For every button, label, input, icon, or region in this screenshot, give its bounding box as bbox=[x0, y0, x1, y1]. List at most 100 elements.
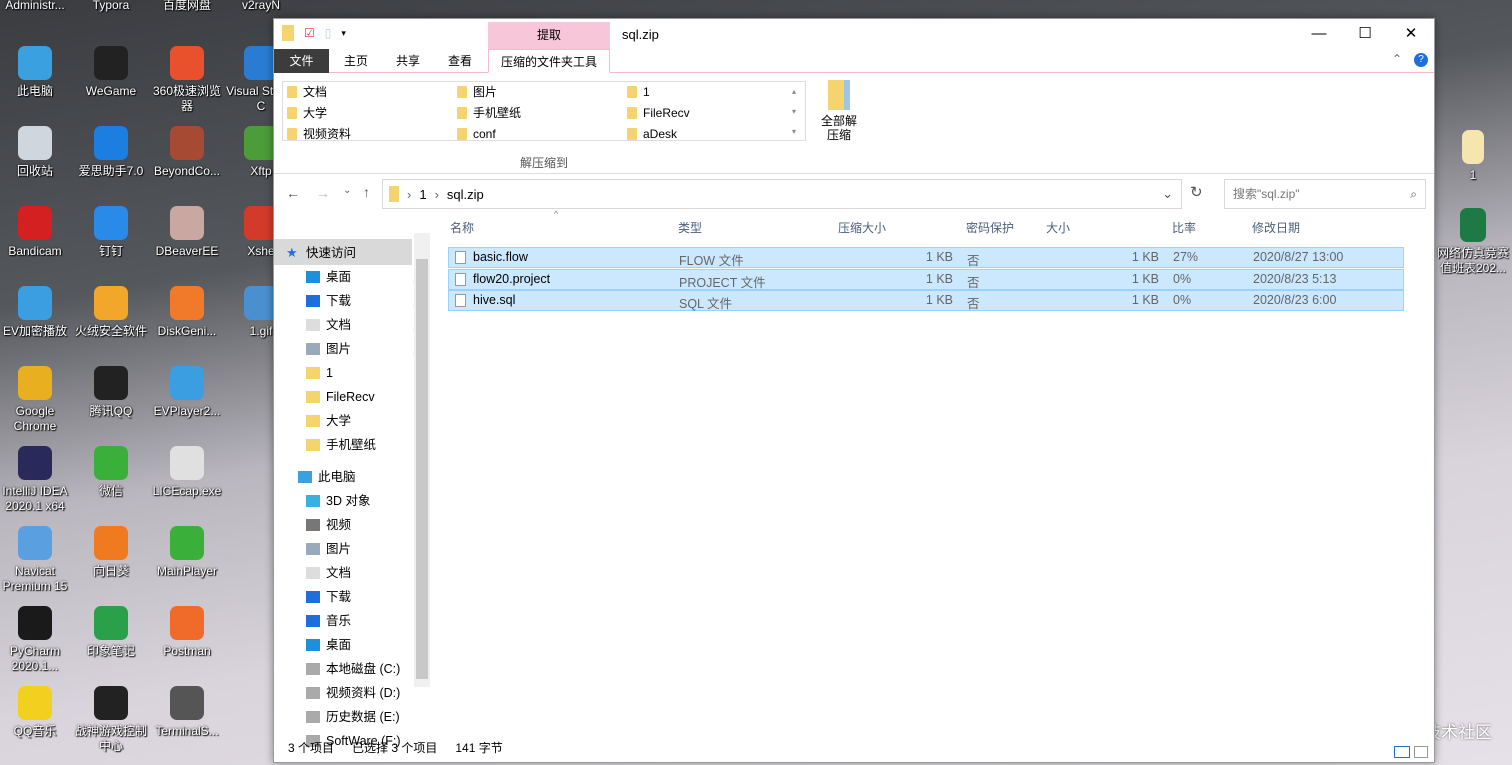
desktop-icon[interactable]: Typora bbox=[72, 0, 150, 13]
column-header[interactable]: 密码保护 bbox=[966, 219, 1014, 237]
tab-home[interactable]: 主页 bbox=[332, 49, 380, 73]
nav-item[interactable]: 本地磁盘 (C:) bbox=[306, 657, 426, 681]
desktop-icon[interactable]: WeGame bbox=[72, 46, 150, 99]
nav-item[interactable]: 此电脑 bbox=[298, 465, 418, 489]
column-header[interactable]: 压缩大小 bbox=[838, 219, 886, 237]
close-button[interactable]: ✕ bbox=[1388, 19, 1434, 49]
desktop-icon[interactable]: 战神游戏控制中心 bbox=[72, 686, 150, 754]
nav-item[interactable]: 1 bbox=[306, 361, 426, 385]
desktop-icon[interactable]: QQ音乐 bbox=[0, 686, 74, 739]
minimize-button[interactable]: — bbox=[1296, 19, 1342, 49]
nav-item[interactable]: 下载📌 bbox=[306, 289, 426, 313]
extract-destination-item[interactable]: 大学 bbox=[287, 103, 327, 123]
extract-destination-item[interactable]: 图片 bbox=[457, 82, 497, 102]
column-header[interactable]: 比率 bbox=[1172, 219, 1196, 237]
collapse-ribbon-icon[interactable]: ⌃ bbox=[1392, 52, 1402, 66]
desktop-icon[interactable]: LICEcap.exe bbox=[148, 446, 226, 499]
desktop-icon[interactable]: EVPlayer2... bbox=[148, 366, 226, 419]
desktop-icon-file-1[interactable]: 1 bbox=[1434, 130, 1512, 183]
up-button[interactable]: ↑ bbox=[363, 184, 370, 200]
desktop-icon[interactable]: Administr... bbox=[0, 0, 74, 13]
desktop-icon[interactable]: Google Chrome bbox=[0, 366, 74, 434]
details-view-button[interactable] bbox=[1394, 746, 1410, 758]
desktop-icon[interactable]: 印象笔记 bbox=[72, 606, 150, 659]
large-icons-view-button[interactable] bbox=[1414, 746, 1428, 758]
nav-item[interactable]: 桌面📌 bbox=[306, 265, 426, 289]
tab-view[interactable]: 查看 bbox=[436, 49, 484, 73]
new-folder-icon[interactable]: ▯ bbox=[325, 26, 332, 40]
tab-share[interactable]: 共享 bbox=[384, 49, 432, 73]
desktop-icon[interactable]: EV加密播放 bbox=[0, 286, 74, 339]
properties-icon[interactable]: ☑ bbox=[304, 26, 315, 40]
nav-item[interactable]: ★ 快速访问 bbox=[286, 241, 406, 265]
nav-item[interactable]: 文档📌 bbox=[306, 313, 426, 337]
maximize-button[interactable]: ☐ bbox=[1342, 19, 1388, 49]
nav-item[interactable]: 文档 bbox=[306, 561, 426, 585]
nav-item[interactable]: 历史数据 (E:) bbox=[306, 705, 426, 729]
help-icon[interactable]: ? bbox=[1414, 53, 1428, 67]
desktop-icon[interactable]: Navicat Premium 15 bbox=[0, 526, 74, 594]
desktop-icon[interactable]: 向日葵 bbox=[72, 526, 150, 579]
tab-file[interactable]: 文件 bbox=[274, 49, 329, 73]
desktop-icon[interactable]: 此电脑 bbox=[0, 46, 74, 99]
refresh-button[interactable]: ↻ bbox=[1190, 183, 1203, 201]
address-dropdown-icon[interactable]: ⌄ bbox=[1162, 186, 1173, 202]
nav-item[interactable]: 视频 bbox=[306, 513, 426, 537]
gallery-scroll[interactable]: ▴ ▾ ▾ bbox=[792, 82, 804, 142]
extract-destination-item[interactable]: aDesk bbox=[627, 124, 677, 144]
extract-destination-item[interactable]: 1 bbox=[627, 82, 650, 102]
desktop-icon[interactable]: Postman bbox=[148, 606, 226, 659]
desktop-icon[interactable]: MainPlayer bbox=[148, 526, 226, 579]
column-header[interactable]: 名称 bbox=[450, 219, 474, 237]
desktop-icon[interactable]: 钉钉 bbox=[72, 206, 150, 259]
desktop-icon[interactable]: TerminalS... bbox=[148, 686, 226, 739]
desktop-icon[interactable]: 火绒安全软件 bbox=[72, 286, 150, 339]
extract-destination-item[interactable]: 手机壁纸 bbox=[457, 103, 521, 123]
nav-item[interactable]: 3D 对象 bbox=[306, 489, 426, 513]
nav-item[interactable]: 大学 bbox=[306, 409, 426, 433]
desktop-icon[interactable]: PyCharm 2020.1... bbox=[0, 606, 74, 674]
desktop-icon[interactable]: 微信 bbox=[72, 446, 150, 499]
forward-button[interactable]: → bbox=[316, 185, 330, 201]
nav-item[interactable]: 图片 bbox=[306, 537, 426, 561]
desktop-icon-excel[interactable]: 网络仿真竞赛值班表202... bbox=[1434, 208, 1512, 276]
nav-item[interactable]: 音乐 bbox=[306, 609, 426, 633]
search-input[interactable]: 搜索"sql.zip" ⌕ bbox=[1224, 179, 1426, 209]
nav-item[interactable]: 视频资料 (D:) bbox=[306, 681, 426, 705]
nav-item[interactable]: 桌面 bbox=[306, 633, 426, 657]
desktop-icon[interactable]: v2rayN bbox=[222, 0, 300, 13]
back-button[interactable]: ← bbox=[286, 185, 300, 201]
nav-item[interactable]: 下载 bbox=[306, 585, 426, 609]
extract-destination-item[interactable]: FileRecv bbox=[627, 103, 690, 123]
breadcrumb-item[interactable]: 1 bbox=[419, 187, 426, 202]
desktop-icon[interactable]: 百度网盘 bbox=[148, 0, 226, 13]
desktop-icon[interactable]: DiskGeni... bbox=[148, 286, 226, 339]
breadcrumb-item[interactable]: sql.zip bbox=[447, 187, 484, 202]
desktop-icon[interactable]: DBeaverEE bbox=[148, 206, 226, 259]
desktop-icon[interactable]: 360极速浏览器 bbox=[148, 46, 226, 114]
context-tab-extract[interactable]: 提取 bbox=[488, 22, 610, 49]
column-header[interactable]: 类型 bbox=[678, 219, 702, 237]
extract-destination-item[interactable]: 视频资料 bbox=[287, 124, 351, 144]
desktop-icon[interactable]: 爱思助手7.0 bbox=[72, 126, 150, 179]
extract-destination-item[interactable]: 文档 bbox=[287, 82, 327, 102]
file-row[interactable]: hive.sql SQL 文件 1 KB 否 1 KB 0% 2020/8/23 6:00 bbox=[448, 290, 1404, 311]
customize-dropdown-icon[interactable]: ▾ bbox=[341, 28, 346, 39]
column-header[interactable]: 大小 bbox=[1046, 219, 1070, 237]
desktop-icon[interactable]: BeyondCo... bbox=[148, 126, 226, 179]
extract-destination-item[interactable]: conf bbox=[457, 124, 496, 144]
tab-compressed-folder-tools[interactable]: 压缩的文件夹工具 bbox=[488, 49, 610, 73]
file-row[interactable]: basic.flow FLOW 文件 1 KB 否 1 KB 27% 2020/8/27 1… bbox=[448, 247, 1404, 268]
column-header[interactable]: 修改日期 bbox=[1252, 219, 1300, 237]
desktop-icon[interactable]: IntelliJ IDEA 2020.1 x64 bbox=[0, 446, 74, 514]
nav-item[interactable]: FileRecv bbox=[306, 385, 426, 409]
file-row[interactable]: flow20.project PROJECT 文件 1 KB 否 1 KB 0% 2020/… bbox=[448, 268, 1404, 290]
extract-all-button[interactable]: 全部解压缩 bbox=[814, 80, 864, 142]
desktop-icon[interactable]: 腾讯QQ bbox=[72, 366, 150, 419]
desktop-icon[interactable]: 回收站 bbox=[0, 126, 74, 179]
nav-scrollbar[interactable] bbox=[414, 233, 430, 687]
desktop-icon[interactable]: Bandicam bbox=[0, 206, 74, 259]
nav-item[interactable]: 图片📌 bbox=[306, 337, 426, 361]
nav-item[interactable]: 手机壁纸 bbox=[306, 433, 426, 457]
address-bar[interactable]: › 1 › sql.zip ⌄ bbox=[382, 179, 1182, 209]
